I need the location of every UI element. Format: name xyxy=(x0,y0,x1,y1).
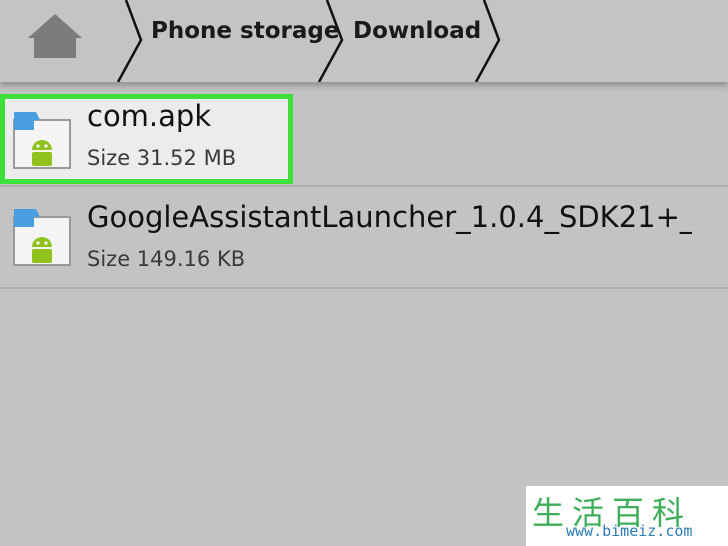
divider xyxy=(0,287,728,289)
watermark: 生活百科 www.bimeiz.com xyxy=(526,486,728,546)
apk-android-icon xyxy=(10,108,74,172)
file-list-item-google-assistant-launcher[interactable]: GoogleAssistantLauncher_1.0.4_SDK21+_ Si… xyxy=(0,187,728,289)
file-name: GoogleAssistantLauncher_1.0.4_SDK21+_ xyxy=(87,200,692,234)
apk-android-icon xyxy=(10,205,74,269)
breadcrumb-item-download[interactable]: Download xyxy=(353,18,481,44)
file-size: Size 31.52 MB xyxy=(87,146,237,170)
file-name: com.apk xyxy=(87,99,212,133)
home-icon[interactable] xyxy=(22,10,88,60)
watermark-url: www.bimeiz.com xyxy=(566,522,693,540)
file-size: Size 149.16 KB xyxy=(87,247,246,271)
file-list-item-com-apk[interactable]: com.apk Size 31.52 MB xyxy=(0,94,728,196)
breadcrumb: Phone storage Download xyxy=(0,0,728,82)
breadcrumb-item-phone-storage[interactable]: Phone storage xyxy=(151,18,339,44)
